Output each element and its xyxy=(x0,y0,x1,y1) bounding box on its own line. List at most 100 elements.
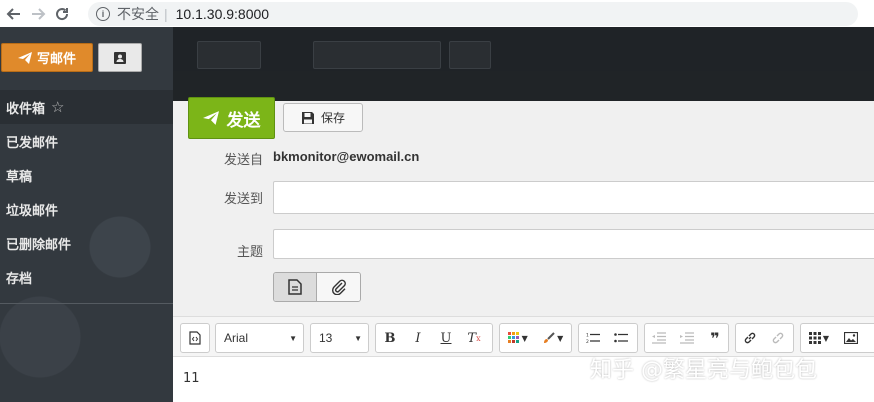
from-value: bkmonitor@ewomail.cn xyxy=(273,149,420,164)
to-field[interactable] xyxy=(273,181,874,214)
folder-list: 收件箱 ☆ 已发邮件 草稿 垃圾邮件 已删除邮件 存档 xyxy=(0,90,173,294)
folder-label: 垃圾邮件 xyxy=(6,203,59,219)
background-toolbar xyxy=(173,27,874,71)
font-family-dropdown[interactable]: Arial ▼ xyxy=(216,324,303,352)
compose-header xyxy=(173,71,874,101)
insert-table-button[interactable]: ▼ xyxy=(801,324,837,352)
svg-text:1: 1 xyxy=(586,333,589,339)
toolbar-group-color: ▼ ▼ xyxy=(499,323,572,353)
url-text[interactable]: 10.1.30.9:8000 xyxy=(176,6,269,22)
star-icon[interactable]: ☆ xyxy=(51,98,64,116)
chevron-down-icon: ▼ xyxy=(822,333,830,343)
background-toolbar-button xyxy=(197,41,261,69)
font-size-dropdown[interactable]: 13 ▼ xyxy=(311,324,368,352)
browser-toolbar: i 不安全 | 10.1.30.9:8000 xyxy=(0,0,874,27)
chevron-down-icon: ▼ xyxy=(354,333,362,343)
sidebar: 写邮件 收件箱 ☆ 已发邮件 草稿 垃圾邮件 已删除邮件 存档 xyxy=(0,27,173,402)
info-icon[interactable]: i xyxy=(96,6,110,21)
table-icon xyxy=(808,332,821,344)
folder-trash[interactable]: 已删除邮件 xyxy=(0,226,173,260)
paint-brush-icon xyxy=(544,332,555,343)
ordered-list-icon: 12 xyxy=(586,333,600,344)
toolbar-group-format: B I U Tx xyxy=(375,323,493,353)
bold-button[interactable]: B xyxy=(376,324,404,352)
from-label: 发送自 xyxy=(223,153,263,168)
font-size-select[interactable]: 13 ▼ xyxy=(310,323,369,353)
folder-label: 已发邮件 xyxy=(6,135,59,151)
insert-image-button[interactable] xyxy=(837,324,865,352)
clear-format-button[interactable]: Tx xyxy=(460,324,488,352)
ordered-list-button[interactable]: 12 xyxy=(579,324,607,352)
paper-plane-icon xyxy=(202,111,219,125)
folder-archive[interactable]: 存档 xyxy=(0,260,173,294)
folder-label: 已删除邮件 xyxy=(6,237,72,253)
image-icon xyxy=(844,332,858,344)
chevron-down-icon: ▼ xyxy=(557,333,564,343)
toolbar-group-indent: ❞ xyxy=(644,323,729,353)
highlight-color-button[interactable]: ▼ xyxy=(536,324,572,352)
toolbar-group-lists: 12 xyxy=(578,323,638,353)
address-bar[interactable]: i 不安全 | 10.1.30.9:8000 xyxy=(88,1,858,26)
source-code-button[interactable] xyxy=(181,324,209,352)
save-button-label: 保存 xyxy=(320,111,345,125)
quote-icon: ❞ xyxy=(710,328,720,348)
link-icon xyxy=(744,332,756,344)
indent-button[interactable] xyxy=(673,324,701,352)
folder-spam[interactable]: 垃圾邮件 xyxy=(0,192,173,226)
reload-icon[interactable] xyxy=(50,2,74,26)
watermark: 知乎 @繁星亮与鲍包包 xyxy=(590,358,817,383)
forward-arrow-icon[interactable] xyxy=(26,2,50,26)
subject-label: 主题 xyxy=(236,245,263,260)
send-button-label: 发送 xyxy=(226,110,261,131)
folder-label: 收件箱 xyxy=(6,101,46,117)
folder-sent[interactable]: 已发邮件 xyxy=(0,124,173,158)
unlink-icon xyxy=(772,332,784,344)
compose-button-label: 写邮件 xyxy=(36,52,76,67)
font-family-select[interactable]: Arial ▼ xyxy=(215,323,304,353)
sidebar-divider xyxy=(0,303,173,304)
address-book-icon xyxy=(114,51,126,64)
unlink-button[interactable] xyxy=(764,324,792,352)
underline-button[interactable]: U xyxy=(432,324,460,352)
paper-plane-icon xyxy=(17,51,32,64)
font-size-value: 13 xyxy=(319,331,333,345)
source-icon xyxy=(189,331,201,345)
insert-link-button[interactable] xyxy=(736,324,764,352)
document-mode-button[interactable] xyxy=(274,273,317,301)
blockquote-button[interactable]: ❞ xyxy=(701,324,729,352)
folder-label: 草稿 xyxy=(6,169,33,185)
contacts-button[interactable] xyxy=(98,43,142,72)
background-toolbar-button xyxy=(313,41,441,69)
document-icon xyxy=(288,279,302,295)
svg-text:2: 2 xyxy=(586,339,589,344)
folder-label: 存档 xyxy=(6,271,33,287)
toolbar-group-source xyxy=(180,323,210,353)
to-label: 发送到 xyxy=(223,192,263,207)
insecure-label: 不安全 xyxy=(117,5,159,22)
chevron-down-icon: ▼ xyxy=(521,333,528,343)
italic-button[interactable]: I xyxy=(404,324,432,352)
toolbar-group-insert: ▼ xyxy=(800,323,874,353)
toolbar-group-links xyxy=(735,323,794,353)
floppy-disk-icon xyxy=(301,111,314,124)
outdent-icon xyxy=(652,332,666,344)
chevron-down-icon: ▼ xyxy=(289,333,297,343)
text-color-button[interactable]: ▼ xyxy=(500,324,536,352)
folder-drafts[interactable]: 草稿 xyxy=(0,158,173,192)
back-arrow-icon[interactable] xyxy=(2,2,26,26)
subject-field[interactable] xyxy=(273,229,874,259)
attachment-button[interactable] xyxy=(317,273,360,301)
background-toolbar-button xyxy=(449,41,491,69)
folder-inbox[interactable]: 收件箱 ☆ xyxy=(0,90,173,124)
font-family-value: Arial xyxy=(224,331,249,345)
omnibox-separator: | xyxy=(164,5,168,22)
compose-mode-toggle xyxy=(273,272,361,302)
editor-content: 11 xyxy=(183,371,200,386)
indent-icon xyxy=(680,332,694,344)
unordered-list-button[interactable] xyxy=(607,324,635,352)
editor-toolbar: Arial ▼ 13 ▼ B I U Tx ▼ ▼ 1 2 ❞ ▼ xyxy=(173,316,874,357)
outdent-button[interactable] xyxy=(645,324,673,352)
save-button[interactable]: 保存 xyxy=(283,103,363,132)
compose-button[interactable]: 写邮件 xyxy=(1,43,93,72)
send-button[interactable]: 发送 xyxy=(188,97,275,139)
